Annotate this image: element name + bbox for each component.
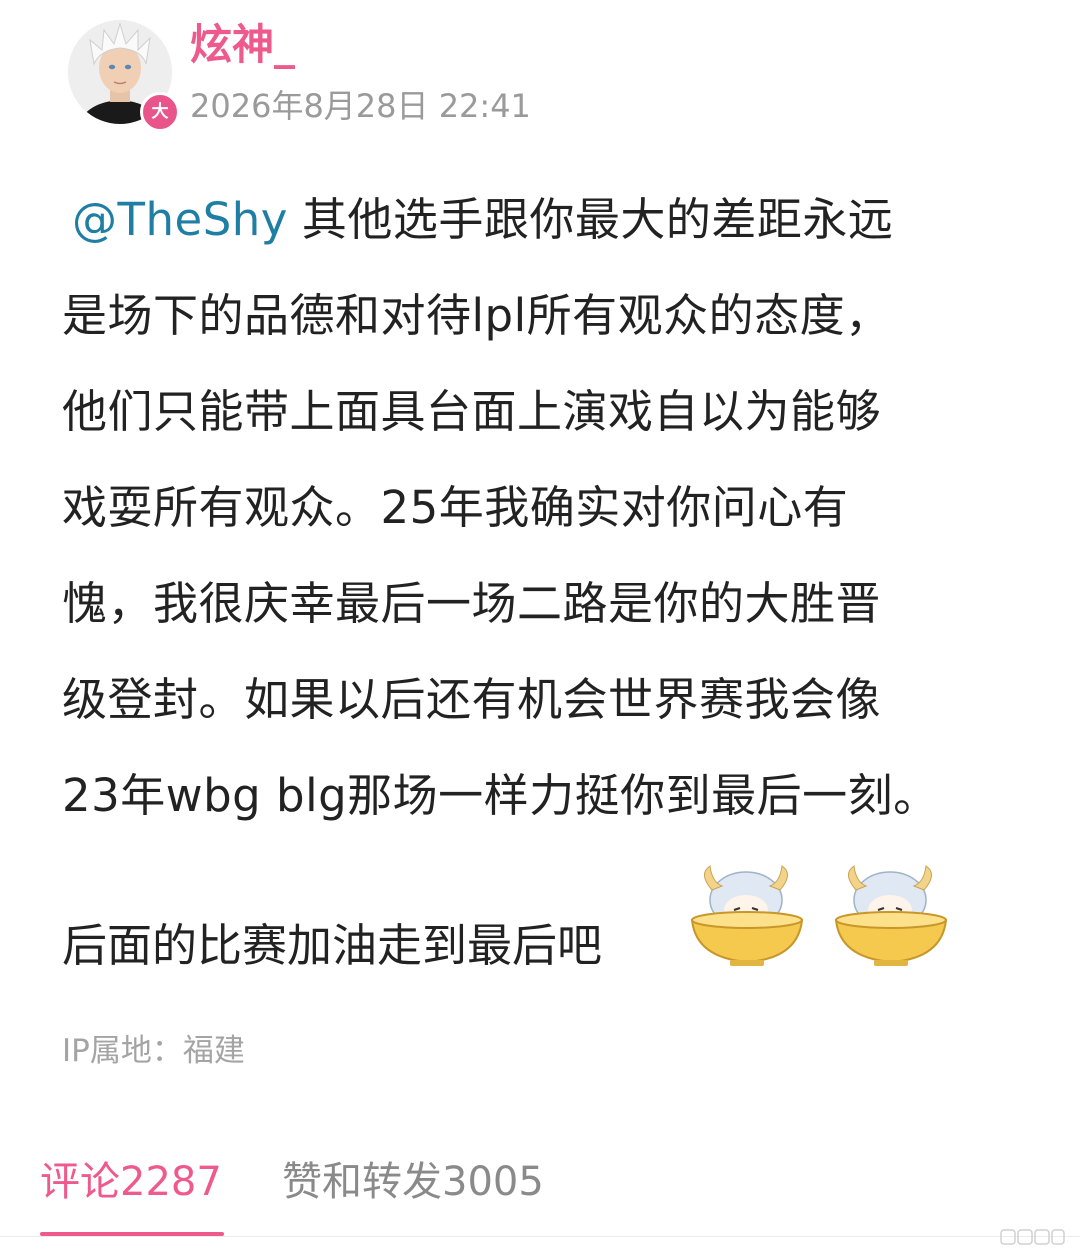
tab-likes-reposts[interactable]: 赞和转发3005 bbox=[282, 1154, 544, 1210]
body-line: 是场下的品德和对待lpl所有观众的态度， bbox=[62, 289, 891, 342]
post-timestamp: 2026年8月28日 22:41 bbox=[190, 87, 531, 125]
body-line: 愧，我很庆幸最后一场二路是你的大胜晋 bbox=[62, 577, 882, 630]
body-line: 他们只能带上面具台面上演戏自以为能够 bbox=[62, 385, 882, 438]
ip-location: IP属地：福建 bbox=[62, 1033, 245, 1069]
closing-line-row: 后面的比赛加油走到最后吧 bbox=[62, 860, 1022, 980]
body-line-text: 其他选手跟你最大的差距永远 bbox=[301, 193, 894, 246]
author-username[interactable]: 炫神_ bbox=[190, 18, 295, 72]
body-line: 戏耍所有观众。25年我确实对你问心有 bbox=[62, 481, 849, 534]
tab-comments-count: 2287 bbox=[120, 1159, 222, 1205]
tab-comments[interactable]: 评论2287 bbox=[40, 1154, 222, 1210]
body-line: 级登封。如果以后还有机会世界赛我会像 bbox=[62, 673, 882, 726]
tab-comments-label: 评论 bbox=[40, 1159, 120, 1205]
tab-likes-count: 3005 bbox=[442, 1159, 544, 1205]
closing-line: 后面的比赛加油走到最后吧 bbox=[62, 919, 603, 972]
body-line: 23年wbg blg那场一样力挺你到最后一刻。 bbox=[62, 769, 939, 822]
post-tabs: 评论2287 赞和转发3005 bbox=[0, 1148, 1080, 1257]
tab-likes-label: 赞和转发 bbox=[282, 1159, 442, 1205]
verified-badge-icon: 大 bbox=[140, 92, 180, 132]
mention-link[interactable]: @TheShy bbox=[72, 193, 288, 246]
weibo-post: 大 炫神_ 2026年8月28日 22:41 @TheShy 其他选手跟你最大的差… bbox=[0, 0, 1080, 1257]
bowl-girl-sticker-icon bbox=[826, 860, 956, 970]
divider bbox=[0, 1236, 1080, 1237]
author-avatar[interactable]: 大 bbox=[68, 20, 180, 132]
watermark-icon bbox=[1000, 1227, 1066, 1249]
bowl-girl-sticker-icon bbox=[682, 860, 812, 970]
post-body: @TheShy 其他选手跟你最大的差距永远 是场下的品德和对待lpl所有观众的态度… bbox=[62, 172, 1002, 844]
body-line: @TheShy 其他选手跟你最大的差距永远 bbox=[62, 172, 1002, 268]
